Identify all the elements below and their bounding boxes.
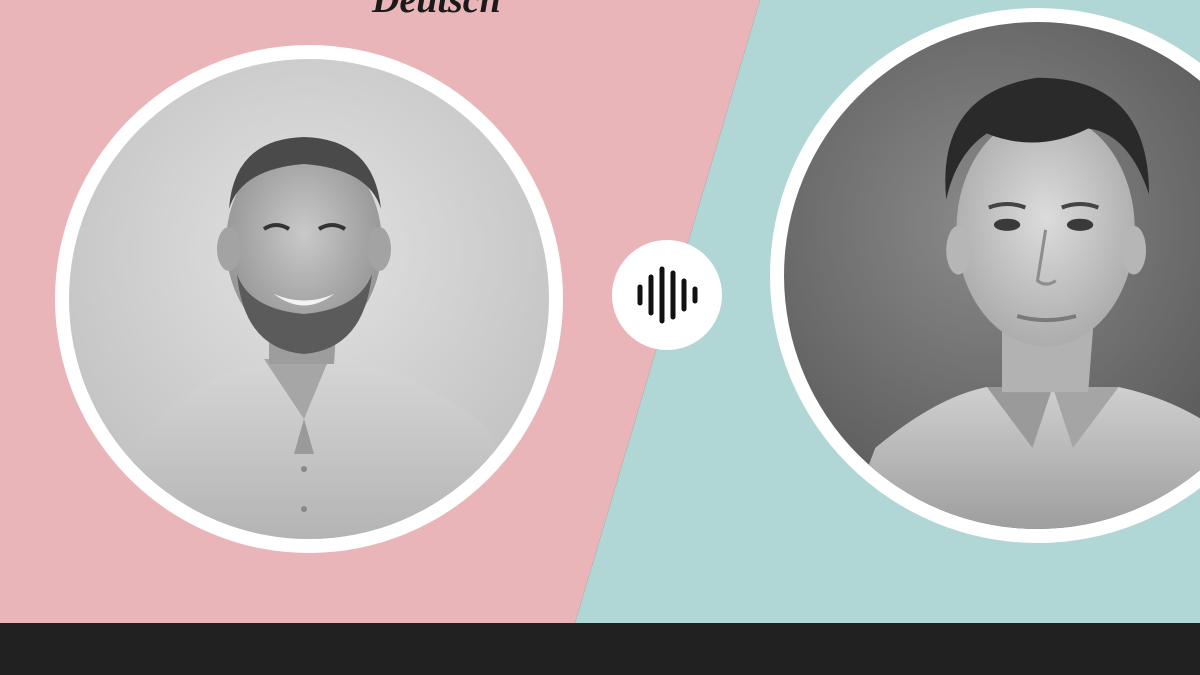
title-fragment: Deutsch xyxy=(372,0,501,21)
audio-waveform-badge xyxy=(612,240,722,350)
person-portrait-icon xyxy=(69,59,549,539)
audio-waveform-icon xyxy=(637,266,698,324)
podcast-cover: Deutsch xyxy=(0,0,1200,675)
guest-portrait-left xyxy=(55,45,563,553)
person-portrait-icon xyxy=(784,22,1200,529)
footer-bar xyxy=(0,623,1200,675)
